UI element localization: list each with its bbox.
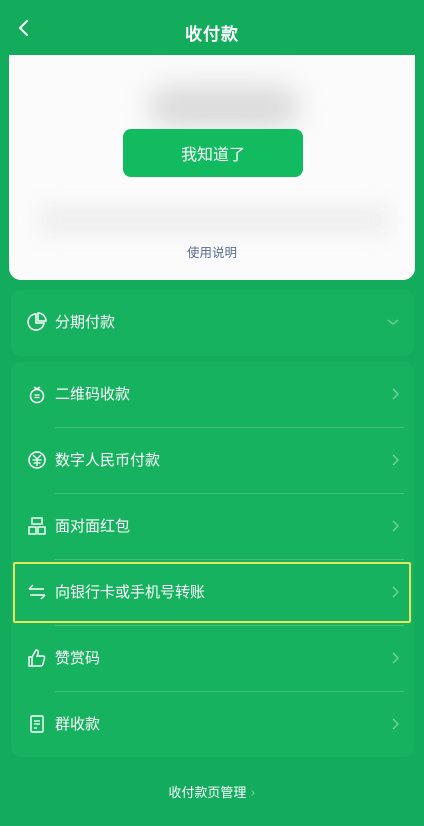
thumbs-up-icon <box>27 648 47 668</box>
list-item-face-to-face[interactable]: 面对面红包 <box>11 494 414 560</box>
info-card: 我知道了 使用说明 <box>9 55 415 280</box>
blurred-content <box>149 87 299 127</box>
list-item-label: 面对面红包 <box>55 517 131 535</box>
transfer-arrows-icon <box>27 582 47 602</box>
chevron-right-icon <box>390 453 400 467</box>
help-link[interactable]: 使用说明 <box>9 242 415 261</box>
payment-options-group: 二维码收款 数字人民币付款 面对面红包 向银行卡或手机号转账 赞赏码 群收款 <box>11 362 414 757</box>
chevron-down-icon <box>386 317 400 327</box>
footer-label: 收付款页管理 <box>168 786 247 801</box>
chevron-right-icon <box>390 519 400 533</box>
list-item-qr-receive[interactable]: 二维码收款 <box>11 362 414 428</box>
confirm-button[interactable]: 我知道了 <box>123 129 303 177</box>
group-receipt-icon <box>27 714 47 734</box>
installment-row[interactable]: 分期付款 <box>11 290 414 356</box>
list-item-label: 数字人民币付款 <box>55 451 161 469</box>
chevron-right-icon <box>390 387 400 401</box>
chevron-right-icon <box>390 651 400 665</box>
list-item-label: 二维码收款 <box>55 385 131 403</box>
installment-label: 分期付款 <box>55 313 116 331</box>
list-item-group-receipt[interactable]: 群收款 <box>11 692 414 758</box>
list-item-reward-code[interactable]: 赞赏码 <box>11 626 414 692</box>
face-to-face-icon <box>27 516 47 536</box>
money-bag-icon <box>27 384 47 404</box>
pie-chart-icon <box>27 312 47 332</box>
installment-group: 分期付款 <box>11 290 414 356</box>
list-item-digital-yuan[interactable]: 数字人民币付款 <box>11 428 414 494</box>
chevron-right-icon <box>390 585 400 599</box>
chevron-right-icon: › <box>250 786 256 801</box>
blurred-content-secondary <box>39 205 389 235</box>
list-item-transfer[interactable]: 向银行卡或手机号转账 <box>11 560 414 626</box>
page-title: 收付款 <box>185 25 239 45</box>
footer-manage-link[interactable]: 收付款页管理 › <box>0 782 424 801</box>
list-item-label: 群收款 <box>55 715 101 733</box>
header-bar: 收付款 <box>0 0 424 56</box>
chevron-right-icon <box>390 717 400 731</box>
digital-yuan-icon <box>27 450 47 470</box>
list-item-label: 赞赏码 <box>55 649 101 667</box>
list-item-label: 向银行卡或手机号转账 <box>55 583 206 601</box>
